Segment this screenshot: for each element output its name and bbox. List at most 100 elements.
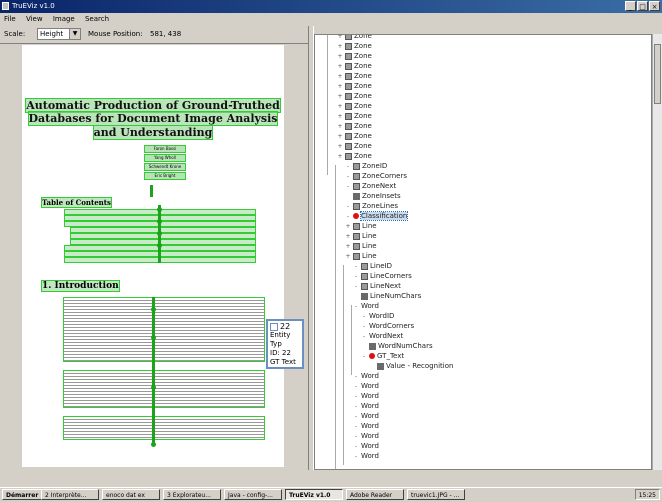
menu-file[interactable]: File — [0, 13, 20, 25]
expand-icon[interactable]: + — [337, 153, 343, 160]
tree-node[interactable]: - LineID — [353, 261, 392, 271]
expand-icon[interactable]: + — [337, 73, 343, 80]
collapse-icon[interactable]: - — [361, 313, 367, 320]
toc-row[interactable] — [70, 233, 256, 239]
tree-node[interactable]: - Word — [353, 451, 379, 461]
collapse-icon[interactable]: - — [353, 283, 359, 290]
tree-node[interactable]: - ZoneCorners — [345, 171, 407, 181]
maximize-button[interactable]: □ — [637, 1, 648, 11]
author-zone[interactable]: Eric Bright — [144, 172, 186, 180]
text-zone[interactable] — [63, 370, 265, 408]
text-zone[interactable] — [63, 297, 265, 362]
collapse-icon[interactable]: - — [353, 383, 359, 390]
tree-node[interactable]: + Zone — [337, 81, 371, 91]
expand-icon[interactable]: + — [337, 93, 343, 100]
toc-row[interactable] — [70, 227, 256, 233]
zone-marker[interactable] — [151, 385, 156, 390]
menu-view[interactable]: View — [22, 13, 47, 25]
tree-node[interactable]: + Line — [345, 221, 376, 231]
collapse-icon[interactable]: - — [353, 263, 359, 270]
taskbar-item[interactable]: Java - config-... — [224, 489, 282, 500]
tree-node[interactable]: + Zone — [337, 101, 371, 111]
expand-icon[interactable]: + — [345, 243, 351, 250]
collapse-icon[interactable]: - — [361, 353, 367, 360]
collapse-icon[interactable]: - — [361, 323, 367, 330]
collapse-icon[interactable]: - — [361, 333, 367, 340]
tree-node[interactable]: ZoneInsets — [345, 191, 401, 201]
expand-icon[interactable]: + — [337, 103, 343, 110]
collapse-icon[interactable]: - — [353, 393, 359, 400]
taskbar-item[interactable]: Adobe Reader — [346, 489, 404, 500]
expand-icon[interactable]: + — [337, 43, 343, 50]
collapse-icon[interactable]: - — [345, 163, 351, 170]
xml-tree-view[interactable]: + Zone + Zone + Zone + Zone + Zone + Zone + Zone + Zone… — [314, 34, 652, 470]
tree-node[interactable]: - Word — [353, 411, 379, 421]
collapse-icon[interactable]: - — [353, 373, 359, 380]
collapse-icon[interactable]: - — [353, 443, 359, 450]
expand-icon[interactable]: + — [337, 83, 343, 90]
taskbar-item[interactable]: 2 Interprète... — [41, 489, 99, 500]
tree-node[interactable]: - ZoneLines — [345, 201, 398, 211]
collapse-icon[interactable]: - — [353, 303, 359, 310]
tree-node[interactable]: - ZoneID — [345, 161, 387, 171]
expand-icon[interactable]: + — [345, 233, 351, 240]
collapse-icon[interactable]: - — [353, 413, 359, 420]
tree-node[interactable]: - Word — [353, 431, 379, 441]
collapse-icon[interactable]: - — [353, 273, 359, 280]
zone-marker[interactable] — [151, 335, 156, 340]
tree-node[interactable]: - Classification — [345, 211, 409, 221]
close-button[interactable]: × — [649, 1, 660, 11]
tree-node[interactable]: - Word — [353, 301, 379, 311]
tree-node[interactable]: LineNumChars — [353, 291, 421, 301]
collapse-icon[interactable]: - — [353, 423, 359, 430]
expand-icon[interactable]: + — [337, 143, 343, 150]
taskbar-item[interactable]: 3 Explorateu... — [163, 489, 221, 500]
tree-node[interactable]: - Word — [353, 421, 379, 431]
toc-heading[interactable]: Table of Contents — [41, 197, 112, 208]
collapse-icon[interactable]: - — [345, 173, 351, 180]
zone-marker[interactable] — [151, 442, 156, 447]
menu-image[interactable]: Image — [49, 13, 79, 25]
tree-node[interactable]: WordNumChars — [361, 341, 433, 351]
collapse-icon[interactable]: - — [345, 183, 351, 190]
tree-node[interactable]: + Zone — [337, 41, 371, 51]
tree-node[interactable]: Value - Recognition — [369, 361, 453, 371]
expand-icon[interactable]: + — [337, 133, 343, 140]
tree-node[interactable]: + Line — [345, 251, 376, 261]
taskbar-item[interactable]: truevic1.JPG - ... — [407, 489, 465, 500]
collapse-icon[interactable]: - — [345, 213, 351, 220]
scrollbar-thumb[interactable] — [654, 44, 661, 104]
tree-node[interactable]: - ZoneNext — [345, 181, 396, 191]
tree-node[interactable]: - LineNext — [353, 281, 401, 291]
tree-node[interactable]: + Zone — [337, 141, 371, 151]
collapse-icon[interactable]: - — [353, 403, 359, 410]
tree-node[interactable]: + Zone — [337, 35, 372, 41]
doc-title-line-1[interactable]: Automatic Production of Ground-Truthed — [22, 98, 284, 113]
tree-node[interactable]: + Zone — [337, 111, 371, 121]
tree-node[interactable]: - LineCorners — [353, 271, 412, 281]
taskbar-item[interactable]: TruEViz v1.0 — [285, 489, 343, 500]
expand-icon[interactable]: + — [345, 223, 351, 230]
expand-icon[interactable]: + — [337, 113, 343, 120]
tree-node[interactable]: + Zone — [337, 131, 371, 141]
taskbar-item[interactable]: enoco dat ex — [102, 489, 160, 500]
author-zone[interactable]: Yang Wholl — [144, 154, 186, 162]
tree-node[interactable]: + Zone — [337, 121, 371, 131]
collapse-icon[interactable]: - — [353, 433, 359, 440]
document-page[interactable]: Automatic Production of Ground-Truthed D… — [22, 45, 284, 467]
expand-icon[interactable]: + — [337, 123, 343, 130]
start-button[interactable]: Démarrer — [2, 489, 43, 500]
tree-node[interactable]: + Zone — [337, 51, 371, 61]
toc-row[interactable] — [70, 239, 256, 245]
tree-node[interactable]: - WordCorners — [361, 321, 414, 331]
tree-node[interactable]: + Zone — [337, 151, 371, 161]
doc-title-line-3[interactable]: and Understanding — [22, 125, 284, 140]
tree-node[interactable]: - WordNext — [361, 331, 403, 341]
tree-node[interactable]: - Word — [353, 441, 379, 451]
tree-node[interactable]: - Word — [353, 371, 379, 381]
chevron-down-icon[interactable]: ▼ — [69, 29, 80, 39]
tree-node[interactable]: + Line — [345, 241, 376, 251]
tree-node[interactable]: - Word — [353, 401, 379, 411]
tree-node[interactable]: - GT_Text — [361, 351, 404, 361]
zone-marker[interactable] — [157, 243, 162, 248]
